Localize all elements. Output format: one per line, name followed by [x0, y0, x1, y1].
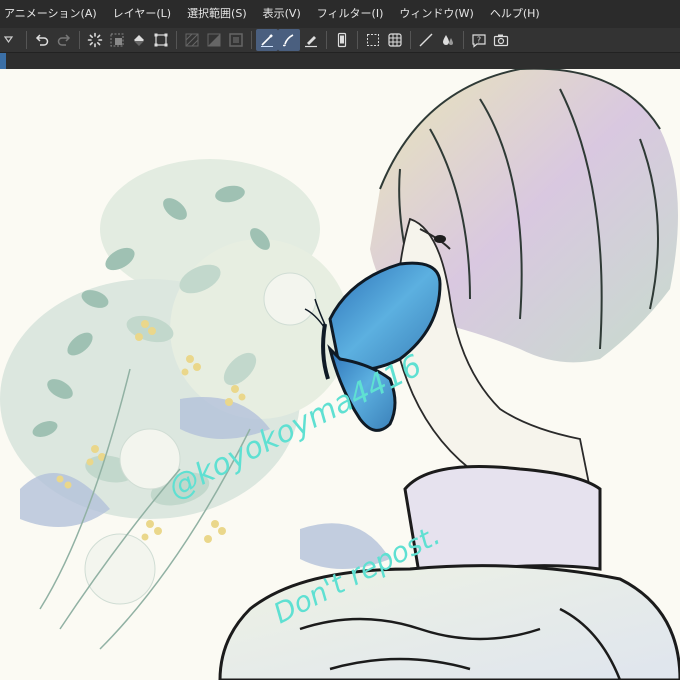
- menu-filter[interactable]: フィルター(I): [309, 0, 392, 28]
- marker-icon[interactable]: [300, 29, 322, 51]
- menu-bar: アニメーション(A) レイヤー(L) 選択範囲(S) 表示(V) フィルター(I…: [0, 0, 680, 29]
- redo-icon[interactable]: [53, 29, 75, 51]
- line-icon[interactable]: [415, 29, 437, 51]
- menu-window[interactable]: ウィンドウ(W): [391, 0, 481, 28]
- clear-selection-icon[interactable]: [106, 29, 128, 51]
- loading-spinner-icon[interactable]: [84, 29, 106, 51]
- hatch-icon[interactable]: [181, 29, 203, 51]
- dropdown-triangle-icon[interactable]: [0, 29, 22, 51]
- menu-selection[interactable]: 選択範囲(S): [179, 0, 255, 28]
- svg-text:?: ?: [477, 36, 481, 45]
- menu-layer[interactable]: レイヤー(L): [105, 0, 179, 28]
- menu-view[interactable]: 表示(V): [255, 0, 309, 28]
- command-bar: ?: [0, 28, 680, 53]
- camera-icon[interactable]: [490, 29, 512, 51]
- drawing-canvas[interactable]: @koyokoyma4416 Don't repost.: [0, 69, 680, 680]
- brush-icon[interactable]: [278, 29, 300, 51]
- gradient-icon[interactable]: [203, 29, 225, 51]
- help-icon[interactable]: ?: [468, 29, 490, 51]
- phone-icon[interactable]: [331, 29, 353, 51]
- coat: [218, 465, 680, 680]
- toolbar-separator: [79, 31, 80, 49]
- toolbar-separator: [251, 31, 252, 49]
- toolbar-separator: [463, 31, 464, 49]
- toolbar-separator: [357, 31, 358, 49]
- undo-icon[interactable]: [31, 29, 53, 51]
- fill-bucket-icon[interactable]: [128, 29, 150, 51]
- layer-indicator: [0, 53, 6, 69]
- menu-help[interactable]: ヘルプ(H): [482, 0, 548, 28]
- toolbar-separator: [176, 31, 177, 49]
- selection-rect-icon[interactable]: [362, 29, 384, 51]
- grid-icon[interactable]: [384, 29, 406, 51]
- illustration: @koyokoyma4416 Don't repost.: [0, 69, 680, 680]
- toolbar-separator: [326, 31, 327, 49]
- toolbar-separator: [410, 31, 411, 49]
- transform-icon[interactable]: [150, 29, 172, 51]
- canvas-tab-strip: [0, 53, 680, 69]
- menu-animation[interactable]: アニメーション(A): [0, 0, 105, 28]
- pen-icon[interactable]: [256, 29, 278, 51]
- ink-drops-icon[interactable]: [437, 29, 459, 51]
- toolbar-separator: [26, 31, 27, 49]
- frame-icon[interactable]: [225, 29, 247, 51]
